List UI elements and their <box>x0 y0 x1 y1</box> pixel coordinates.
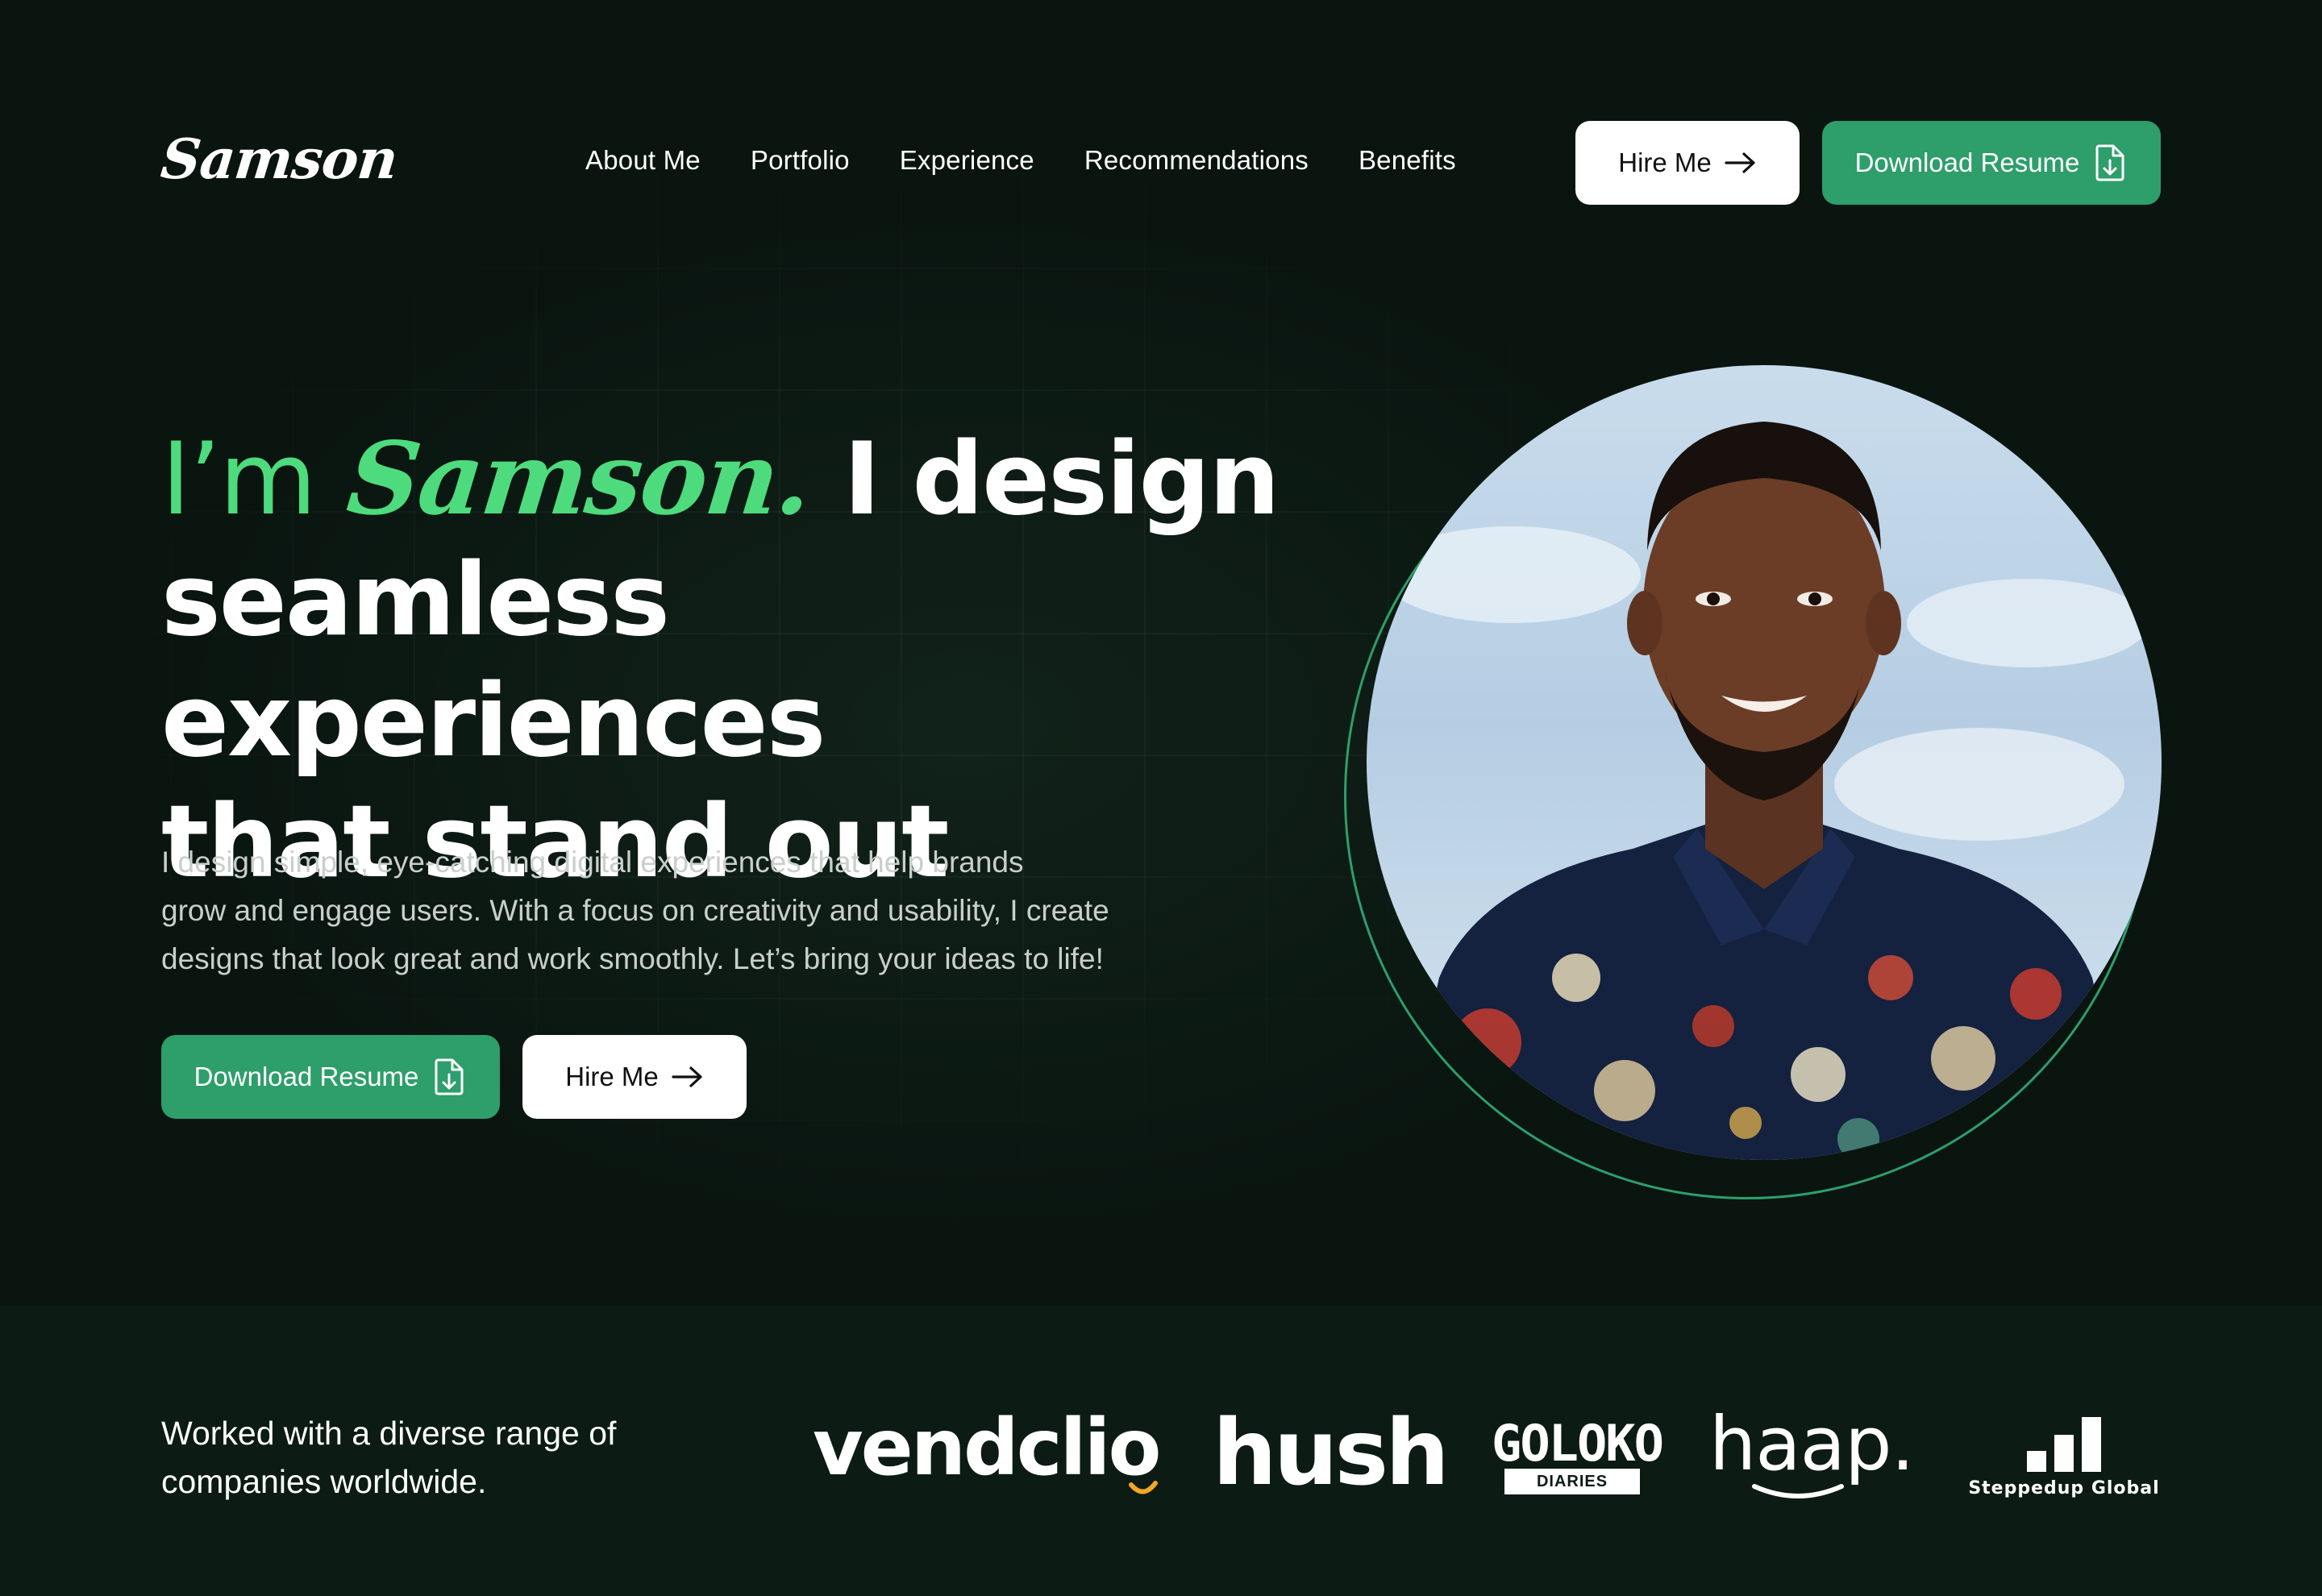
hero-hire-me-button[interactable]: Hire Me <box>522 1035 747 1119</box>
bar-chart-logo-icon <box>2027 1417 2101 1472</box>
hero-subtitle-line: designs that look great and work smoothl… <box>161 942 1104 975</box>
steppedup-wordmark: Steppedup Global <box>1968 1478 2160 1498</box>
client-logo-hush: hush <box>1213 1401 1450 1506</box>
goloko-wordmark: GOLOKO <box>1492 1414 1664 1473</box>
client-logo-goloko: GOLOKO DIARIES <box>1492 1414 1664 1499</box>
arrow-right-icon <box>1725 152 1755 173</box>
headline-im: I’m <box>161 422 317 538</box>
hero-subtitle-line: I design simple, eye-catching digital ex… <box>161 846 1024 879</box>
arrow-right-icon <box>672 1066 702 1087</box>
client-logo-vendclio: vendclio <box>813 1403 1161 1493</box>
portrait-photo <box>1367 365 2162 1160</box>
download-file-icon <box>435 1058 464 1095</box>
download-file-icon <box>2095 144 2124 181</box>
nav-experience[interactable]: Experience <box>900 145 1034 176</box>
headline-line1-rest: I design <box>843 422 1280 538</box>
hero-download-resume-button[interactable]: Download Resume <box>161 1035 500 1119</box>
header-hire-me-button[interactable]: Hire Me <box>1575 121 1800 205</box>
header-download-resume-button[interactable]: Download Resume <box>1822 121 2161 205</box>
portrait-illustration <box>1383 422 2149 1160</box>
header-hire-me-label: Hire Me <box>1618 148 1712 177</box>
goloko-subtitle: DIARIES <box>1504 1469 1640 1494</box>
header-download-resume-label: Download Resume <box>1854 148 2080 177</box>
hero-hire-me-label: Hire Me <box>565 1062 659 1091</box>
haap-smile-icon <box>1752 1484 1844 1498</box>
page: Samson About Me Portfolio Experience Rec… <box>0 0 2322 1596</box>
headline-line2: seamless experiences <box>161 542 826 779</box>
nav-benefits[interactable]: Benefits <box>1359 145 1456 176</box>
hero-subtitle-line: grow and engage users. With a focus on c… <box>161 894 1109 927</box>
nav-portfolio[interactable]: Portfolio <box>751 145 850 176</box>
client-logo-haap: haap. <box>1709 1401 1915 1487</box>
headline-name: Samson. <box>342 421 817 538</box>
main-nav: About Me Portfolio Experience Recommenda… <box>585 145 1506 176</box>
client-logo-steppedup: Steppedup Global <box>1967 1412 2161 1501</box>
logo[interactable]: Samson <box>158 127 401 192</box>
hero-download-resume-label: Download Resume <box>194 1062 419 1091</box>
clients-caption-line: Worked with a diverse range of <box>161 1415 617 1452</box>
clients-caption-line: companies worldwide. <box>161 1463 487 1500</box>
clients-caption: Worked with a diverse range of companies… <box>161 1409 726 1506</box>
nav-recommendations[interactable]: Recommendations <box>1084 145 1309 176</box>
vendclio-smile-icon <box>1129 1481 1158 1494</box>
hero-headline: I’m Samson. I design seamless experience… <box>161 419 1306 903</box>
nav-about-me[interactable]: About Me <box>585 145 701 176</box>
hero-subtitle: I design simple, eye-catching digital ex… <box>161 838 1209 983</box>
